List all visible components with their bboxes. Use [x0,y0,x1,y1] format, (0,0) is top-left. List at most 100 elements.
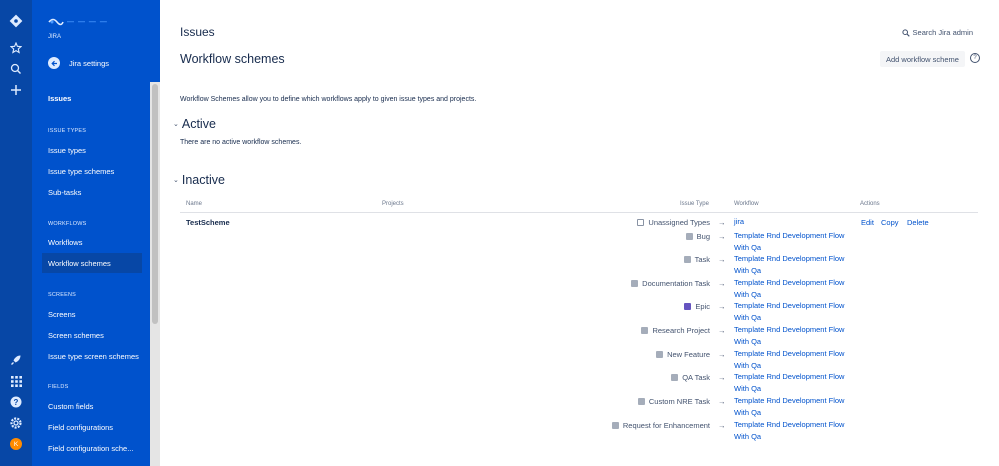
app-grid-icon[interactable] [0,371,32,391]
sidebar-item-workflow-schemes[interactable]: Workflow schemes [42,253,142,273]
sidebar-heading-issue-types: ISSUE TYPES [48,128,87,134]
column-header-workflow: Workflow [734,201,759,207]
research-project-icon [641,327,649,334]
column-header-actions: Actions [860,201,880,207]
add-workflow-scheme-button[interactable]: Add workflow scheme [880,51,965,67]
chevron-down-icon: ⌄ [173,121,179,128]
inactive-section-toggle[interactable]: ⌄ Inactive [173,173,225,187]
sidebar-heading-workflows: WORKFLOWS [48,221,87,227]
project-name: JIRA [48,34,62,40]
custom-nre-task-icon [637,398,645,405]
back-to-settings[interactable]: Jira settings [48,57,109,69]
workflow-link[interactable]: Template Rnd Development Flow With Qa [734,230,854,253]
active-section-toggle[interactable]: ⌄ Active [173,117,216,131]
chevron-down-icon: ⌄ [173,177,179,184]
scheme-name: TestScheme [186,218,230,227]
task-icon [683,256,691,263]
mapping-arrow: → [718,397,726,406]
mapping-arrow: → [718,350,726,359]
help-icon[interactable]: ? [0,392,32,412]
sidebar-scrollbar[interactable] [150,82,160,466]
sidebar-heading-screens: SCREENS [48,292,76,298]
mapping-arrow: → [718,421,726,430]
sidebar-item-screens[interactable]: Screens [42,304,142,324]
issue-type-custom-nre-task: Custom NRE Task [637,397,710,406]
issue-type-research-project: Research Project [641,326,710,335]
issue-type-bug: Bug [685,232,710,241]
table-header-divider [180,212,978,213]
sidebar-item-screen-schemes[interactable]: Screen schemes [42,325,142,345]
search-admin-link[interactable]: Search Jira admin [901,28,973,37]
sidebar-item-issue-type-schemes[interactable]: Issue type schemes [42,161,142,181]
mapping-arrow: → [718,302,726,311]
avatar[interactable]: K [0,434,32,454]
mapping-arrow: → [718,279,726,288]
request-for-enhancement-icon [611,422,619,429]
issue-type-qa-task: QA Task [671,373,710,382]
sidebar-item-sub-tasks[interactable]: Sub-tasks [42,182,142,202]
workflow-link[interactable]: Template Rnd Development Flow With Qa [734,324,854,347]
documentation-task-icon [631,280,639,287]
sidebar-item-field-configuration-schemes[interactable]: Field configuration sche... [42,438,142,458]
issue-type-unassigned: Unassigned Types [637,218,710,227]
sidebar: — — — — JIRA Jira settings Issues ISSUE … [32,0,160,466]
sidebar-item-issue-types[interactable]: Issue types [42,140,142,160]
svg-text:?: ? [14,398,19,407]
mapping-arrow: → [718,218,726,227]
epic-icon [684,303,692,310]
delete-scheme-link[interactable]: Delete [907,218,929,227]
arrow-left-icon [48,57,60,69]
issue-type-documentation-task: Documentation Task [631,279,710,288]
mapping-arrow: → [718,232,726,241]
question-icon[interactable]: ? [970,53,980,63]
column-header-name: Name [186,201,203,207]
workflow-link[interactable]: Template Rnd Development Flow With Qa [734,371,854,394]
sidebar-item-custom-fields[interactable]: Custom fields [42,396,142,416]
workflow-link[interactable]: Template Rnd Development Flow With Qa [734,300,854,323]
search-admin-label: Search Jira admin [912,28,973,37]
workflow-link[interactable]: Template Rnd Development Flow With Qa [734,348,854,371]
page-description: Workflow Schemes allow you to define whi… [180,96,477,103]
global-navigation: ? K [0,0,32,466]
sidebar-heading-fields: FIELDS [48,384,69,390]
column-header-issue-type: Issue Type [680,201,709,207]
mapping-arrow: → [718,255,726,264]
rocket-icon[interactable] [0,350,32,370]
search-icon[interactable] [0,59,32,79]
scrollbar-thumb[interactable] [152,84,158,324]
workflow-link[interactable]: jira [734,216,854,228]
issue-type-new-feature: New Feature [656,350,710,359]
mapping-arrow: → [718,326,726,335]
workflow-link[interactable]: Template Rnd Development Flow With Qa [734,253,854,276]
sidebar-item-issue-type-screen-schemes[interactable]: Issue type screen schemes [42,346,142,366]
inactive-section-title: Inactive [181,173,225,187]
workflow-link[interactable]: Template Rnd Development Flow With Qa [734,395,854,418]
plus-icon[interactable] [0,80,32,100]
page-title: Workflow schemes [180,52,285,66]
sidebar-item-issues[interactable]: Issues [42,88,142,108]
star-icon[interactable] [0,38,32,58]
avatar-initial: K [10,438,22,450]
sidebar-item-workflows[interactable]: Workflows [42,232,142,252]
workflow-link[interactable]: Template Rnd Development Flow With Qa [734,419,854,442]
search-icon [901,28,910,37]
issue-type-request-for-enhancement: Request for Enhancement [611,421,710,430]
issue-type-epic: Epic [684,302,710,311]
issue-type-task: Task [683,255,710,264]
main-content: Issues Search Jira admin Workflow scheme… [160,0,999,466]
copy-scheme-link[interactable]: Copy [881,218,899,227]
bug-icon [685,233,693,240]
company-logo: — — — — [48,16,108,28]
breadcrumb[interactable]: Issues [180,25,215,39]
qa-task-icon [671,374,679,381]
column-header-projects: Projects [382,201,404,207]
active-section-title: Active [181,117,216,131]
sidebar-item-field-configurations[interactable]: Field configurations [42,417,142,437]
workflow-link[interactable]: Template Rnd Development Flow With Qa [734,277,854,300]
jira-logo-icon[interactable] [0,11,32,31]
edit-scheme-link[interactable]: Edit [861,218,874,227]
settings-icon[interactable] [0,413,32,433]
no-active-message: There are no active workflow schemes. [180,139,302,146]
new-feature-icon [656,351,664,358]
mapping-arrow: → [718,373,726,382]
